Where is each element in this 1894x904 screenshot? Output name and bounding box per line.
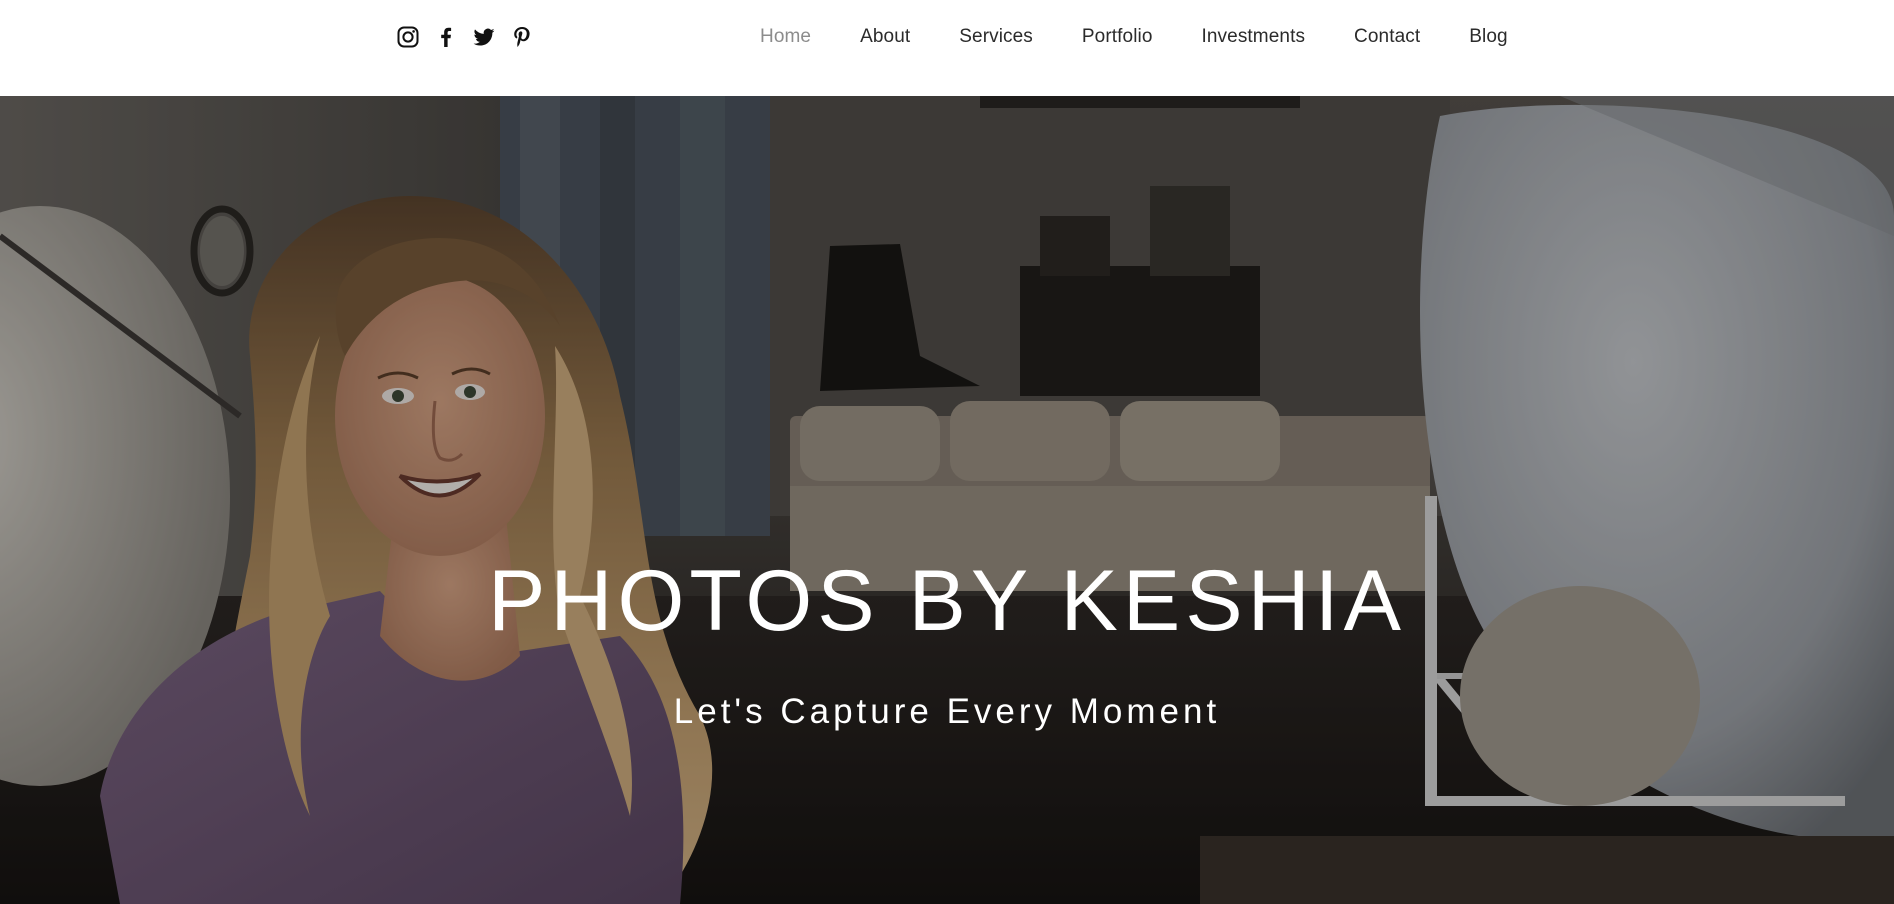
facebook-icon[interactable] — [434, 25, 458, 49]
site-header: Home About Services Portfolio Investment… — [0, 0, 1894, 96]
nav-about[interactable]: About — [860, 26, 910, 48]
nav-blog[interactable]: Blog — [1469, 26, 1507, 48]
nav-home[interactable]: Home — [760, 26, 811, 48]
pinterest-icon[interactable] — [510, 25, 534, 49]
twitter-icon[interactable] — [472, 25, 496, 49]
hero-title: PHOTOS BY KESHIA — [488, 553, 1406, 649]
nav-investments[interactable]: Investments — [1202, 26, 1306, 48]
hero-section: PHOTOS BY KESHIA Let's Capture Every Mom… — [0, 96, 1894, 904]
nav-portfolio[interactable]: Portfolio — [1082, 26, 1153, 48]
hero-background-image — [0, 96, 1894, 904]
hero-subtitle: Let's Capture Every Moment — [673, 692, 1221, 731]
instagram-icon[interactable] — [396, 25, 420, 49]
nav-services[interactable]: Services — [959, 26, 1033, 48]
nav-contact[interactable]: Contact — [1354, 26, 1420, 48]
social-bar — [396, 24, 534, 50]
main-nav: Home About Services Portfolio Investment… — [760, 24, 1508, 50]
